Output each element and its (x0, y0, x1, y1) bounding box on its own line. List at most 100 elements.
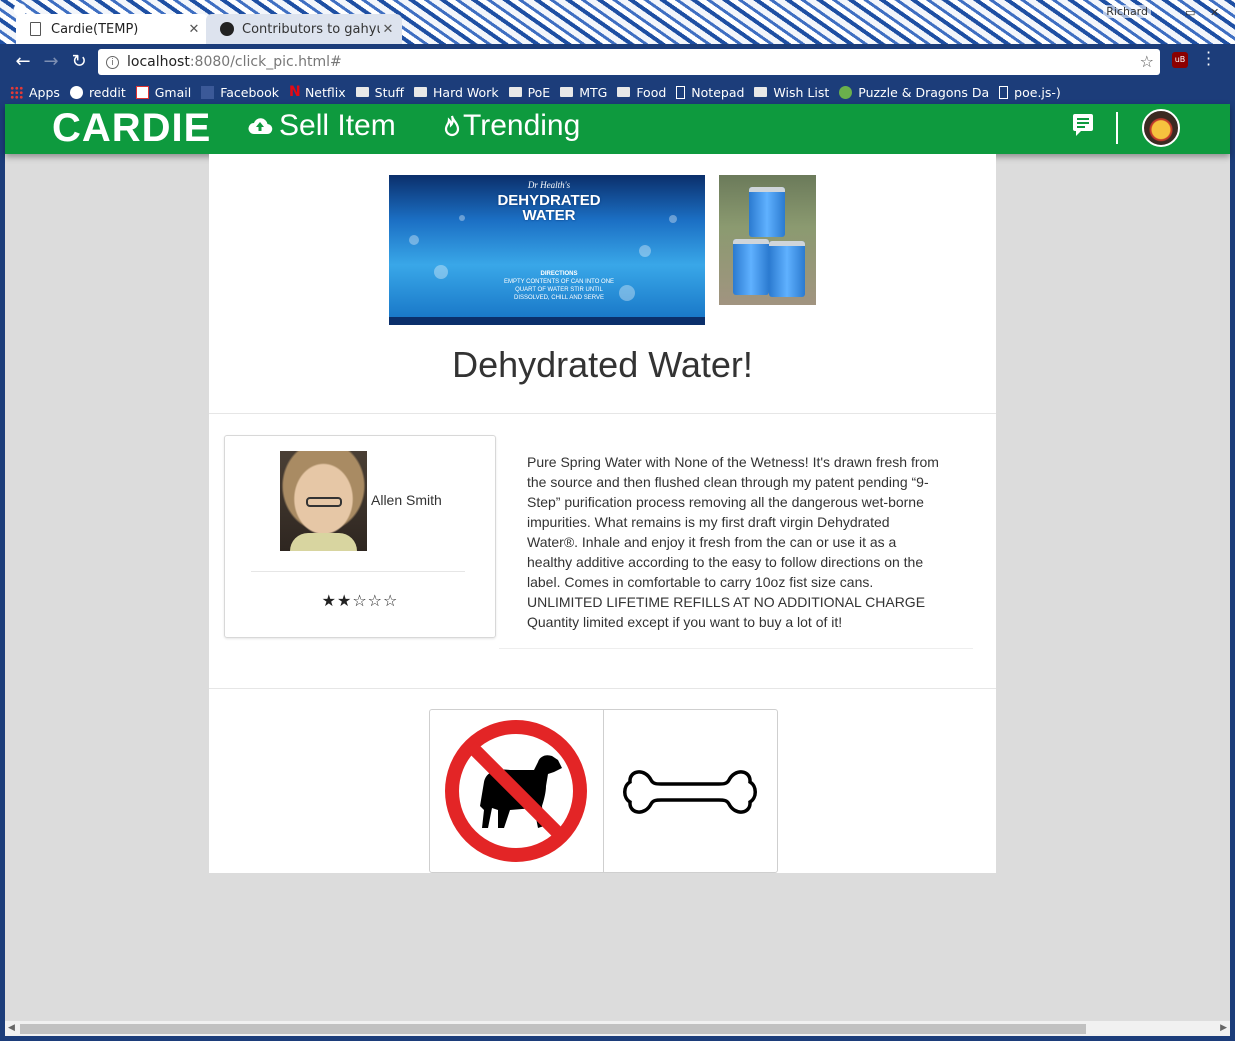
bookmark-poe-js[interactable]: poe.js-) (999, 85, 1061, 100)
minimize-icon[interactable]: ▭ (1185, 6, 1195, 19)
folder-icon (754, 87, 768, 97)
puzzle-dragons-icon (839, 85, 853, 99)
pass-button[interactable] (430, 710, 604, 872)
window-close-icon[interactable]: ✕ (1210, 6, 1219, 19)
avatar[interactable] (1142, 109, 1180, 147)
bookmark-label: MTG (579, 84, 608, 100)
reload-icon[interactable]: ↻ (68, 51, 90, 73)
image-directions: DIRECTIONS EMPTY CONTENTS OF CAN INTO ONE… (499, 270, 619, 302)
divider (251, 571, 465, 572)
bookmark-wish-list[interactable]: Wish List (754, 85, 829, 100)
back-icon[interactable]: ← (12, 51, 34, 73)
folder-icon (560, 87, 574, 97)
page-icon (676, 85, 686, 99)
image-brand-script: Dr Health's (527, 180, 571, 190)
url-path: :8080/click_pic.html# (189, 54, 342, 70)
bookmark-label: Hard Work (433, 84, 499, 100)
trending-label: Trending (463, 109, 581, 142)
divider (209, 688, 996, 689)
bookmark-label: Food (636, 84, 667, 100)
bookmark-label: poe.js-) (1014, 84, 1061, 100)
bookmark-notepad[interactable]: Notepad (676, 85, 744, 100)
trending-link[interactable]: Trending (443, 109, 580, 143)
bookmark-netflix[interactable]: N Netflix (289, 85, 346, 100)
profile-name[interactable]: Richard (1103, 5, 1151, 18)
bookmark-gmail[interactable]: Gmail (135, 84, 192, 100)
github-icon (220, 22, 234, 36)
info-icon[interactable]: i (106, 55, 119, 69)
seller-rating: ★★☆☆☆ (321, 591, 399, 610)
bookmark-label: Notepad (691, 84, 745, 100)
like-button[interactable] (603, 710, 776, 872)
seller-photo[interactable] (280, 451, 367, 551)
folder-icon (355, 87, 369, 97)
close-icon[interactable]: ✕ (186, 22, 202, 37)
bookmark-label: Puzzle & Dragons Da (858, 84, 990, 100)
sell-item-label: Sell Item (279, 109, 396, 142)
horizontal-scrollbar[interactable]: ◀ ▶ (5, 1020, 1230, 1037)
bookmark-label: reddit (88, 84, 126, 100)
scroll-right-icon[interactable]: ▶ (1220, 1023, 1227, 1033)
address-bar[interactable]: i localhost:8080/click_pic.html# ☆ (98, 49, 1160, 75)
menu-dots-icon[interactable]: · · · (1206, 45, 1211, 73)
nav-divider (1116, 112, 1118, 144)
tab-label: Contributors to gahyun (242, 21, 380, 37)
bookmark-label: Gmail (154, 84, 192, 100)
apps-grid-icon (10, 85, 23, 99)
bookmark-label: Facebook (220, 84, 279, 100)
star-icon[interactable]: ☆ (1140, 52, 1154, 71)
window-frame (0, 1036, 1235, 1041)
window-frame (1230, 104, 1235, 1041)
no-dog-icon (445, 720, 587, 862)
seller-card[interactable]: Allen Smith ★★☆☆☆ (224, 435, 496, 638)
image-product-name: DEHYDRATED WATER (497, 192, 601, 224)
bookmark-apps[interactable]: Apps (10, 85, 60, 100)
folder-icon (414, 87, 428, 97)
bookmarks-bar: Apps reddit Gmail Facebook N Netflix Stuf… (0, 80, 1235, 104)
folder-icon (617, 87, 631, 97)
app-navbar: CARDIE Sell Item Trending (5, 104, 1230, 154)
page-icon (999, 85, 1009, 99)
brand-logo[interactable]: CARDIE (52, 106, 211, 151)
scrollbar-thumb[interactable] (20, 1024, 1086, 1034)
item-title: Dehydrated Water! (452, 344, 753, 385)
bookmark-label: PoE (527, 84, 551, 100)
image-directions-text: EMPTY CONTENTS OF CAN INTO ONE QUART OF … (503, 279, 615, 301)
flame-icon (444, 115, 460, 137)
gmail-icon (135, 85, 149, 99)
chat-icon[interactable] (1073, 114, 1093, 136)
bookmark-label: Apps (29, 84, 60, 100)
bookmark-food[interactable]: Food (617, 85, 666, 100)
sell-item-link[interactable]: Sell Item (247, 109, 396, 143)
action-buttons (429, 709, 778, 873)
divider (209, 413, 996, 414)
divider (499, 648, 973, 649)
bone-icon (623, 770, 757, 814)
reddit-icon (69, 85, 83, 99)
page-icon (30, 22, 41, 36)
forward-icon[interactable]: → (40, 51, 62, 73)
tab-cardie[interactable]: Cardie(TEMP) ✕ (16, 14, 208, 44)
netflix-icon: N (288, 83, 301, 100)
browser-title-bar: Cardie(TEMP) ✕ Contributors to gahyun ✕ … (0, 0, 1235, 44)
bookmark-label: Wish List (773, 84, 830, 100)
bookmark-stuff[interactable]: Stuff (355, 85, 404, 100)
product-image-thumb[interactable] (719, 175, 816, 305)
image-directions-title: DIRECTIONS (540, 271, 578, 277)
ublock-icon[interactable]: uB (1172, 52, 1188, 68)
bookmark-mtg[interactable]: MTG (560, 85, 607, 100)
bookmark-reddit[interactable]: reddit (69, 84, 126, 100)
bookmark-label: Netflix (304, 84, 346, 100)
bookmark-hard-work[interactable]: Hard Work (414, 85, 499, 100)
facebook-icon (201, 85, 215, 99)
seller-name[interactable]: Allen Smith (371, 492, 442, 508)
browser-toolbar: ← → ↻ i localhost:8080/click_pic.html# ☆ (0, 44, 1235, 80)
tab-contributors[interactable]: Contributors to gahyun ✕ (206, 14, 402, 44)
bookmark-puzzle-dragons[interactable]: Puzzle & Dragons Da (839, 85, 989, 100)
bookmark-poe[interactable]: PoE (508, 84, 551, 100)
scroll-left-icon[interactable]: ◀ (8, 1023, 15, 1033)
product-image-main[interactable]: Dr Health's DEHYDRATED WATER DIRECTIONS E… (389, 175, 705, 325)
bookmark-facebook[interactable]: Facebook (201, 85, 279, 100)
item-description: Pure Spring Water with None of the Wetne… (527, 454, 939, 630)
close-icon[interactable]: ✕ (380, 22, 396, 37)
